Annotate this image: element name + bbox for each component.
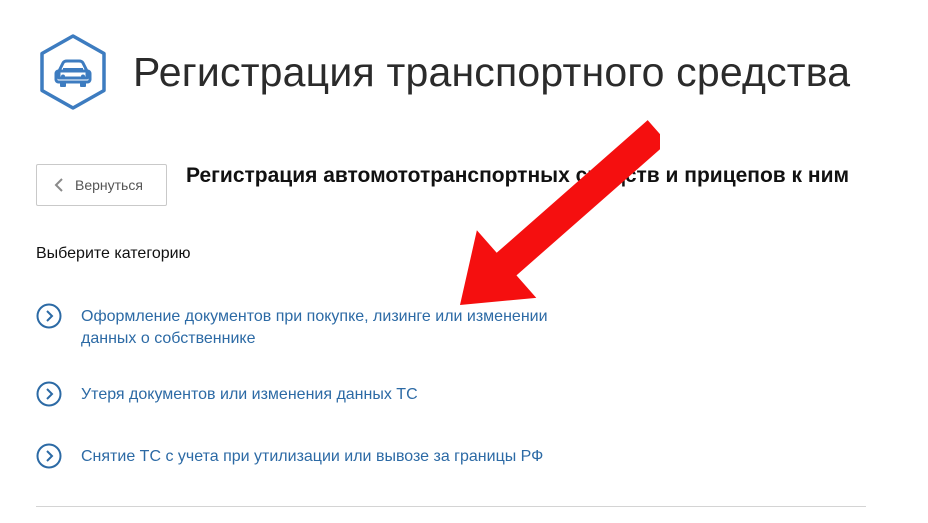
divider (36, 506, 866, 507)
back-button[interactable]: Вернуться (36, 164, 167, 206)
chevron-right-circle-icon (36, 303, 62, 329)
chevron-right-circle-icon (36, 381, 62, 407)
back-button-label: Вернуться (75, 177, 143, 193)
red-arrow-icon (460, 120, 660, 305)
chevron-right-circle-icon (36, 443, 62, 469)
page-title: Регистрация транспортного средства (133, 49, 851, 95)
category-option-deregistration[interactable]: Снятие ТС с учета при утилизации или выв… (36, 443, 601, 469)
category-option-label: Снятие ТС с учета при утилизации или выв… (81, 448, 544, 465)
category-option-lost-documents[interactable]: Утеря документов или изменения данных ТС (36, 381, 601, 407)
category-label: Выберите категорию (36, 245, 191, 262)
chevron-left-icon (54, 178, 63, 192)
category-option-label: Утеря документов или изменения данных ТС (81, 386, 418, 403)
car-icon (40, 34, 106, 110)
